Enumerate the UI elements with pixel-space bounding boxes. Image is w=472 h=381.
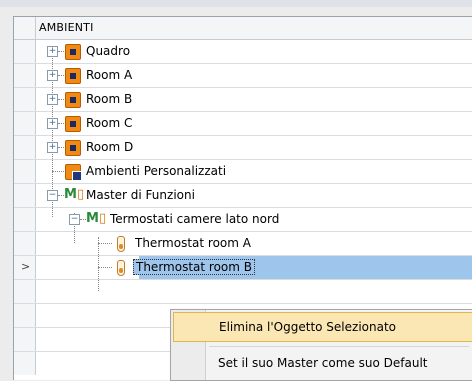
menu-item-label: Elimina l'Oggetto Selezionato xyxy=(219,320,397,334)
tree-node-label: Room B xyxy=(86,92,133,106)
tree-node-label: Quadro xyxy=(86,44,131,58)
tree-row-master-di-funzioni[interactable]: − M▯ Master di Funzioni xyxy=(14,184,472,208)
row-selector-cell[interactable]: > xyxy=(14,256,36,279)
collapse-minus-icon[interactable]: − xyxy=(69,214,80,225)
row-selector-cell[interactable] xyxy=(14,160,36,183)
expand-plus-icon[interactable]: + xyxy=(47,70,58,81)
menu-item-set-master-default[interactable]: Set il suo Master come suo Default xyxy=(173,349,471,377)
tree-connector-line xyxy=(58,99,64,100)
top-strip xyxy=(0,0,472,7)
tree-connector-line xyxy=(58,51,64,52)
room-icon xyxy=(65,140,81,156)
context-menu: Elimina l'Oggetto Selezionato Set il suo… xyxy=(170,309,472,381)
expand-plus-icon[interactable]: + xyxy=(47,94,58,105)
row-selector-cell[interactable] xyxy=(14,112,36,135)
tree-connector-line xyxy=(58,75,64,76)
room-icon xyxy=(65,44,81,60)
tree-connector-line xyxy=(98,267,112,268)
tree-node-label: Termostati camere lato nord xyxy=(110,212,280,226)
row-selector-cell xyxy=(14,304,36,327)
row-selector-cell[interactable] xyxy=(14,136,36,159)
tree-row-empty xyxy=(14,280,472,304)
tree-row-thermostat-room-b[interactable]: > Thermostat room B xyxy=(14,256,472,280)
menu-separator xyxy=(209,346,469,347)
row-selector-cell xyxy=(14,352,36,375)
tree-node-label: Room A xyxy=(86,68,133,82)
tree-row-thermostat-room-a[interactable]: Thermostat room A xyxy=(14,232,472,256)
row-selector-cell[interactable] xyxy=(14,208,36,231)
tree-node-label: Master di Funzioni xyxy=(86,188,195,202)
row-selector-cell[interactable] xyxy=(14,232,36,255)
expand-plus-icon[interactable]: + xyxy=(47,46,58,57)
tree-node-label: Thermostat room A xyxy=(135,236,251,250)
tree-row-ambienti-personalizzati[interactable]: Ambienti Personalizzati xyxy=(14,160,472,184)
tree-row-quadro[interactable]: + Quadro xyxy=(14,40,472,64)
collapse-minus-icon[interactable]: − xyxy=(47,190,58,201)
tree-node-label: Room D xyxy=(86,140,134,154)
tree-row-room-c[interactable]: + Room C xyxy=(14,112,472,136)
custom-environment-icon xyxy=(65,164,81,180)
row-selector-cell[interactable] xyxy=(14,88,36,111)
tree-row-termostati-camere[interactable]: − M▯ Termostati camere lato nord xyxy=(14,208,472,232)
tree-row-room-b[interactable]: + Room B xyxy=(14,88,472,112)
current-row-indicator: > xyxy=(21,260,31,273)
header-label: AMBIENTI xyxy=(39,21,94,34)
tree-row-room-d[interactable]: + Room D xyxy=(14,136,472,160)
room-icon xyxy=(65,116,81,132)
room-icon xyxy=(65,92,81,108)
thermostat-icon xyxy=(117,236,125,252)
tree-node-label: Room C xyxy=(86,116,133,130)
tree-row-room-a[interactable]: + Room A xyxy=(14,64,472,88)
row-selector-cell[interactable] xyxy=(14,64,36,87)
menu-item-delete-selected[interactable]: Elimina l'Oggetto Selezionato xyxy=(173,312,472,342)
row-selector-cell[interactable] xyxy=(14,40,36,63)
tree-connector-line xyxy=(98,243,112,244)
master-icon: M▯ xyxy=(86,211,107,226)
tree-connector-line xyxy=(58,147,64,148)
menu-item-label: Set il suo Master come suo Default xyxy=(218,356,428,370)
row-selector-cell xyxy=(14,280,36,303)
header-selector-cell xyxy=(14,17,36,39)
row-selector-cell xyxy=(14,328,36,351)
expand-plus-icon[interactable]: + xyxy=(47,142,58,153)
room-icon xyxy=(65,68,81,84)
thermostat-icon xyxy=(117,260,125,276)
tree-connector-line xyxy=(58,123,64,124)
master-icon: M▯ xyxy=(64,187,85,202)
tree-node-label: Thermostat room B xyxy=(133,259,255,275)
tree-node-label: Ambienti Personalizzati xyxy=(86,164,227,178)
expand-plus-icon[interactable]: + xyxy=(47,118,58,129)
row-selector-cell[interactable] xyxy=(14,184,36,207)
tree-connector-line xyxy=(52,171,64,172)
tree-header: AMBIENTI xyxy=(14,17,472,40)
